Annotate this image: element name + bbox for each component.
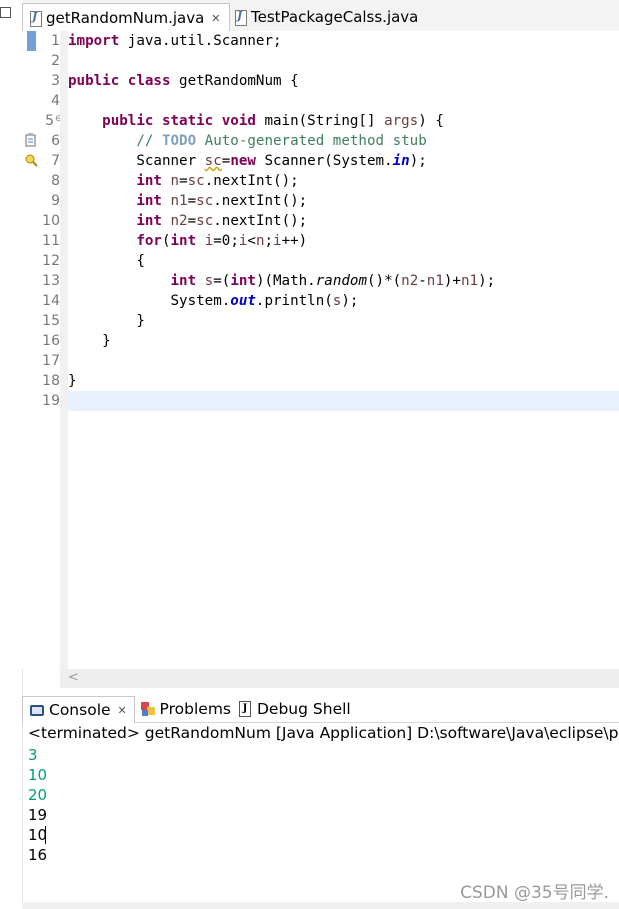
line-number: 11 [42, 233, 60, 249]
code-line-15: } [68, 313, 145, 329]
code-line-14: System.out.println(s); [68, 293, 359, 309]
tab-getrandomnum[interactable]: J getRandomNum.java ✕ [22, 3, 230, 32]
line-number: 15 [42, 313, 60, 329]
console-status-line: <terminated> getRandomNum [Java Applicat… [28, 724, 619, 742]
problems-icon [141, 701, 155, 717]
line-number: 8 [51, 173, 60, 189]
watermark: CSDN @35号同学. [460, 883, 609, 903]
line-number: 5 [45, 113, 54, 129]
java-file-icon: J [234, 9, 247, 26]
current-line-highlight [68, 391, 619, 411]
tab-label: TestPackageCalss.java [251, 8, 419, 26]
console-icon [30, 704, 44, 716]
tab-label: Console [49, 701, 111, 719]
code-line-13: int s=(int)(Math.random()*(n2-n1)+n1); [170, 273, 496, 289]
line-number: 6 [51, 133, 60, 149]
code-line-18: } [68, 373, 77, 389]
close-icon[interactable]: ✕ [211, 12, 220, 25]
restore-view-icon[interactable] [0, 7, 11, 18]
console-output-line: 16 [28, 846, 48, 864]
warning-marker-icon[interactable] [25, 153, 38, 167]
line-number-gutter: 1 2 3 4 5 6 7 8 9 10 11 12 13 14 15 16 1… [38, 31, 63, 669]
close-icon[interactable]: ✕ [118, 704, 127, 717]
console-tab-bar: Console ✕ Problems J Debug Shell [22, 696, 619, 723]
console-input-line: 20 [28, 786, 48, 804]
tab-testpackagecalss[interactable]: J TestPackageCalss.java [228, 3, 428, 31]
code-line-8: int n=sc.nextInt(); [136, 173, 299, 189]
code-text-area[interactable]: import java.util.Scanner; public class g… [60, 31, 619, 669]
line-number: 2 [51, 53, 60, 69]
tab-label: Problems [159, 700, 231, 718]
editor-tab-bar: J getRandomNum.java ✕ J TestPackageCalss… [22, 0, 619, 32]
code-line-1: import java.util.Scanner; [68, 33, 282, 49]
horizontal-scrollbar[interactable]: < [60, 669, 619, 688]
console-output-area[interactable]: 3 10 20 19 10 16 [28, 745, 619, 895]
code-line-7: Scanner sc=new Scanner(System.in); [68, 153, 427, 169]
code-line-11: for(int i=0;i<n;i++) [136, 233, 308, 249]
left-window-strip [0, 0, 23, 909]
debug-shell-icon: J [239, 701, 251, 717]
tab-console[interactable]: Console ✕ [22, 696, 135, 723]
code-editor[interactable]: 1 2 3 4 5 6 7 8 9 10 11 12 13 14 15 16 1… [22, 31, 619, 669]
code-line-9: int n1=sc.nextInt(); [136, 193, 308, 209]
line-number: 13 [42, 273, 60, 289]
bookmark-marker [27, 31, 36, 51]
line-number: 17 [42, 353, 60, 369]
task-marker-icon[interactable] [25, 133, 36, 147]
line-number: 4 [51, 93, 60, 109]
code-line-6: // TODO Auto-generated method stub [68, 133, 427, 149]
line-number: 18 [42, 373, 60, 389]
line-number: 1 [51, 33, 60, 49]
line-number: 7 [51, 153, 60, 169]
java-file-icon: J [29, 10, 42, 27]
scroll-left-icon[interactable]: < [68, 670, 79, 685]
code-line-12: { [68, 253, 145, 269]
line-number: 10 [42, 213, 60, 229]
code-line-5: public static void main(String[] args) { [102, 113, 444, 129]
tab-label: getRandomNum.java [46, 9, 205, 27]
tab-label: Debug Shell [257, 700, 351, 718]
console-output-line: 19 [28, 806, 48, 824]
line-number: 16 [42, 333, 60, 349]
code-line-10: int n2=sc.nextInt(); [136, 213, 308, 229]
text-caret [45, 826, 46, 844]
code-line-16: } [68, 333, 111, 349]
line-number: 14 [42, 293, 60, 309]
console-input-line: 3 [28, 746, 38, 764]
tab-problems[interactable]: Problems [133, 696, 231, 722]
console-input-line: 10 [28, 766, 48, 784]
bottom-scrollbar[interactable] [22, 902, 619, 909]
line-number: 12 [42, 253, 60, 269]
line-number: 3 [51, 73, 60, 89]
line-number: 19 [42, 393, 60, 409]
line-number: 9 [51, 193, 60, 209]
code-line-3: public class getRandomNum { [68, 73, 299, 89]
tab-debug-shell[interactable]: J Debug Shell [231, 696, 351, 722]
